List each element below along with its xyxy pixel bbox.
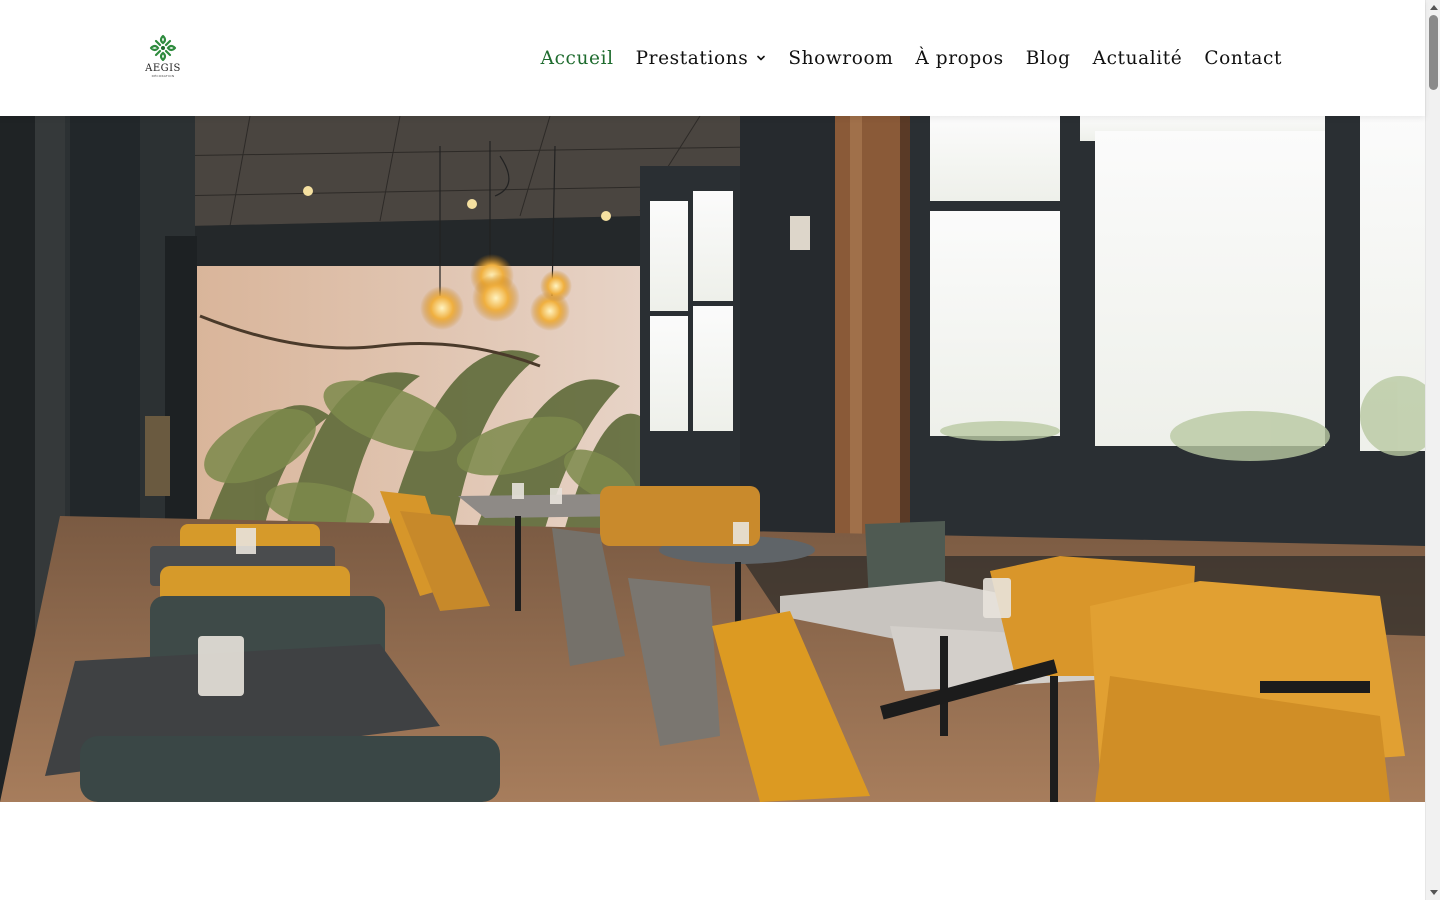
nav-item-showroom[interactable]: Showroom: [788, 48, 893, 69]
nav-item-a-propos[interactable]: À propos: [915, 48, 1003, 69]
page-scrollbar[interactable]: [1425, 0, 1440, 900]
nav-item-label: Contact: [1204, 47, 1282, 69]
restaurant-interior-photo: [0, 116, 1425, 802]
nav-item-label: Blog: [1025, 47, 1071, 69]
nav-item-label: Prestations: [635, 47, 749, 69]
scroll-up-icon[interactable]: [1429, 3, 1438, 11]
aegis-logo[interactable]: AEGIS DÉCORATION: [140, 33, 186, 83]
chevron-down-icon: [757, 55, 766, 61]
hero-image: [0, 116, 1425, 802]
main-navigation: Accueil Prestations Showroom À propos Bl…: [541, 44, 1282, 72]
nav-item-label: Actualité: [1092, 47, 1183, 69]
nav-item-blog[interactable]: Blog: [1026, 48, 1071, 69]
scrollbar-thumb[interactable]: [1429, 15, 1438, 90]
nav-item-accueil[interactable]: Accueil: [541, 48, 614, 69]
nav-item-actualite[interactable]: Actualité: [1093, 48, 1183, 69]
nav-item-label: Showroom: [788, 47, 894, 69]
nav-item-prestations[interactable]: Prestations: [636, 48, 767, 69]
logo-wordmark: AEGIS: [145, 63, 181, 74]
nav-item-label: À propos: [915, 47, 1004, 69]
logo-emblem-icon: [149, 34, 177, 62]
nav-item-label: Accueil: [540, 47, 614, 69]
nav-item-contact[interactable]: Contact: [1204, 48, 1282, 69]
logo-tagline: DÉCORATION: [151, 74, 175, 78]
scroll-down-icon[interactable]: [1429, 889, 1438, 897]
site-header: AEGIS DÉCORATION Accueil Prestations Sho…: [0, 0, 1425, 116]
